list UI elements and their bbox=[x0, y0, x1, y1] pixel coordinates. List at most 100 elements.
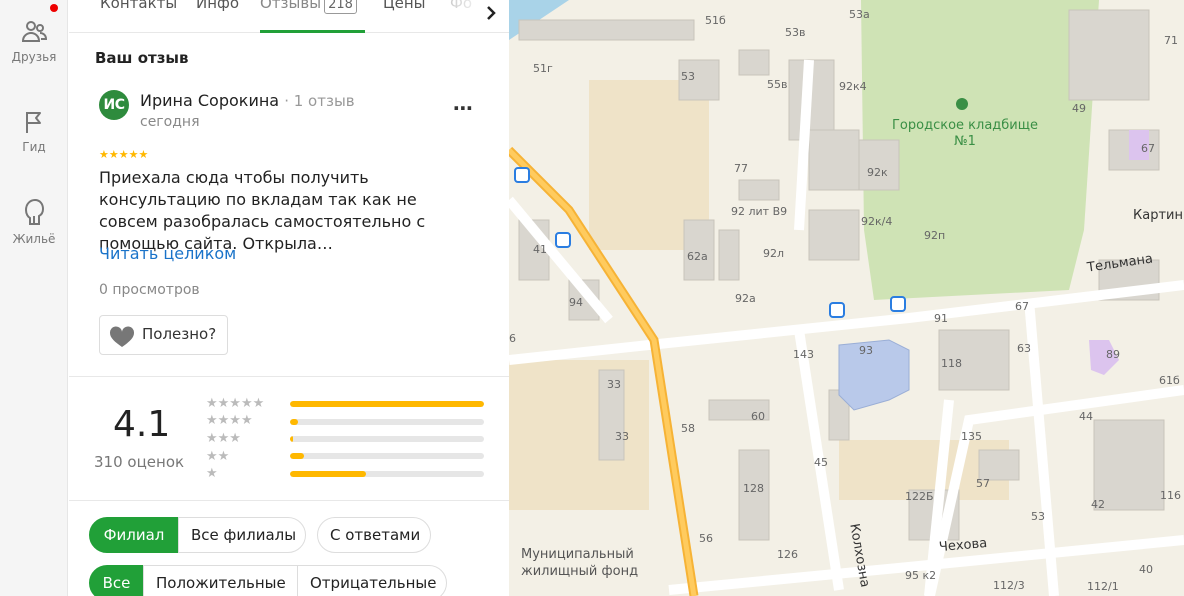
map-house-label: 61б bbox=[1159, 374, 1180, 387]
heart-icon bbox=[109, 326, 135, 347]
filter-with-replies[interactable]: С ответами bbox=[317, 517, 431, 553]
map-house-label: 118 bbox=[941, 357, 962, 370]
author-line: Ирина Сорокина · 1 отзыв bbox=[140, 91, 355, 110]
map-house-label: 94 bbox=[569, 296, 583, 309]
map-house-label: 51г bbox=[533, 62, 553, 75]
rating-bar-1 bbox=[290, 471, 484, 477]
views-count: 0 просмотров bbox=[99, 282, 200, 298]
filter-positive[interactable]: Положительные bbox=[143, 565, 298, 596]
tab-prices[interactable]: Цены bbox=[383, 0, 426, 12]
review-stars: ★★★★★ bbox=[99, 148, 149, 161]
map-house-label: 57 bbox=[976, 477, 990, 490]
rating-bar-fill bbox=[290, 419, 298, 425]
map-house-label: 67 bbox=[1015, 300, 1029, 313]
tab-contacts[interactable]: Контакты bbox=[100, 0, 177, 12]
chevron-right-icon[interactable] bbox=[479, 2, 503, 26]
map-house-label: 33 bbox=[615, 430, 629, 443]
rating-row-stars-4: ★★★★ bbox=[206, 413, 253, 428]
rail-item-friends[interactable]: Друзья bbox=[0, 18, 68, 64]
house-icon bbox=[24, 198, 45, 225]
map-house-label: 71 bbox=[1164, 34, 1178, 47]
map[interactable]: Городское кладбище №1 Тельмана Чехова Ко… bbox=[509, 0, 1184, 596]
map-house-label: 92а bbox=[735, 292, 756, 305]
filter-all-branches[interactable]: Все филиалы bbox=[178, 517, 306, 553]
rating-bar-fill bbox=[290, 401, 484, 407]
more-options-icon[interactable]: ⋯ bbox=[453, 96, 474, 120]
rating-row-stars-5: ★★★★★ bbox=[206, 396, 265, 411]
map-house-label: 92к/4 bbox=[861, 215, 893, 228]
map-house-label: 91 bbox=[934, 312, 948, 325]
map-house-label: 112/1 bbox=[1087, 580, 1119, 593]
author-meta: · 1 отзыв bbox=[284, 92, 355, 110]
rating-bar-3 bbox=[290, 436, 484, 442]
map-house-label: 89 bbox=[1106, 348, 1120, 361]
map-label-kartin: Картин bbox=[1133, 208, 1183, 223]
review-date: сегодня bbox=[140, 114, 200, 130]
read-more-link[interactable]: Читать целиком bbox=[99, 244, 236, 263]
cemetery-pin-icon[interactable] bbox=[956, 98, 968, 110]
map-house-label: 53а bbox=[849, 8, 870, 21]
useful-label: Полезно? bbox=[142, 325, 217, 343]
map-house-label: 56 bbox=[699, 532, 713, 545]
your-review-heading: Ваш отзыв bbox=[95, 49, 189, 67]
map-house-label: 92к4 bbox=[839, 80, 867, 93]
map-house-label: 116 bbox=[1160, 489, 1181, 502]
useful-button[interactable]: Полезно? bbox=[99, 315, 228, 355]
filter-all[interactable]: Все bbox=[89, 565, 144, 596]
map-house-label: 95 к2 bbox=[905, 569, 937, 582]
rating-bar-fill bbox=[290, 453, 304, 459]
author-review-count: 1 отзыв bbox=[293, 92, 355, 110]
map-house-label: 128 bbox=[743, 482, 764, 495]
map-house-label: 40 bbox=[1139, 563, 1153, 576]
map-house-label: 63 bbox=[1017, 342, 1031, 355]
rail-item-housing[interactable]: Жильё bbox=[0, 196, 68, 246]
map-house-label: 58 bbox=[681, 422, 695, 435]
rating-row-stars-2: ★★ bbox=[206, 449, 230, 464]
tab-info-label: Инфо bbox=[196, 0, 240, 12]
map-label-municipal: Муниципальный жилищный фонд bbox=[521, 547, 639, 579]
school-building bbox=[838, 339, 910, 411]
map-house-label: 67 bbox=[1141, 142, 1155, 155]
tab-bar: Контакты Инфо Отзывы218 Цены Фо bbox=[69, 0, 509, 33]
rating-value: 4.1 bbox=[113, 404, 171, 445]
org-panel: Контакты Инфо Отзывы218 Цены Фо Ваш отзы… bbox=[69, 0, 509, 596]
tab-reviews[interactable]: Отзывы 218 bbox=[260, 0, 357, 14]
rail-label-friends: Друзья bbox=[11, 50, 57, 64]
tab-info[interactable]: Инфо bbox=[196, 0, 239, 12]
filter-branch[interactable]: Филиал bbox=[89, 517, 179, 553]
map-house-label: 135 bbox=[961, 430, 982, 443]
map-house-label: 93 bbox=[859, 344, 873, 357]
rating-bar-4 bbox=[290, 419, 484, 425]
map-house-label: 51б bbox=[705, 14, 726, 27]
rating-bar-2 bbox=[290, 453, 484, 459]
tab-contacts-label: Контакты bbox=[100, 0, 178, 12]
flag-icon bbox=[26, 112, 41, 133]
map-house-label: 143 bbox=[793, 348, 814, 361]
map-house-label: 126 bbox=[777, 548, 798, 561]
rail-label-housing: Жильё bbox=[12, 232, 56, 246]
map-house-label: 92п bbox=[924, 229, 946, 242]
map-house-label: 92 лит В9 bbox=[731, 205, 788, 218]
tab-reviews-label: Отзывы bbox=[260, 0, 322, 12]
filter-negative[interactable]: Отрицательные bbox=[297, 565, 447, 596]
app-root: Друзья Гид Жильё Контакты Инфо Отзывы 218… bbox=[0, 0, 1184, 596]
map-house-label: 33 bbox=[607, 378, 621, 391]
map-house-label: 77 bbox=[734, 162, 748, 175]
map-house-label: 45 bbox=[814, 456, 828, 469]
map-house-label: 55в bbox=[767, 78, 788, 91]
friends-icon bbox=[21, 21, 48, 42]
author-name[interactable]: Ирина Сорокина bbox=[140, 91, 279, 110]
rating-bar-fill bbox=[290, 471, 366, 477]
map-label-cemetery: Городское кладбище №1 bbox=[892, 118, 1038, 149]
rail-item-guide[interactable]: Гид bbox=[0, 108, 68, 154]
map-house-label: 60 bbox=[751, 410, 765, 423]
map-house-label: 6 bbox=[509, 332, 516, 345]
map-house-label: 49 bbox=[1072, 102, 1086, 115]
map-house-label: 53 bbox=[681, 70, 695, 83]
map-house-label: 41 bbox=[533, 243, 547, 256]
rating-bar-fill bbox=[290, 436, 293, 442]
map-house-label: 42 bbox=[1091, 498, 1105, 511]
avatar[interactable]: ИС bbox=[99, 90, 129, 120]
rating-count: 310 оценок bbox=[94, 453, 185, 471]
divider bbox=[69, 500, 509, 501]
